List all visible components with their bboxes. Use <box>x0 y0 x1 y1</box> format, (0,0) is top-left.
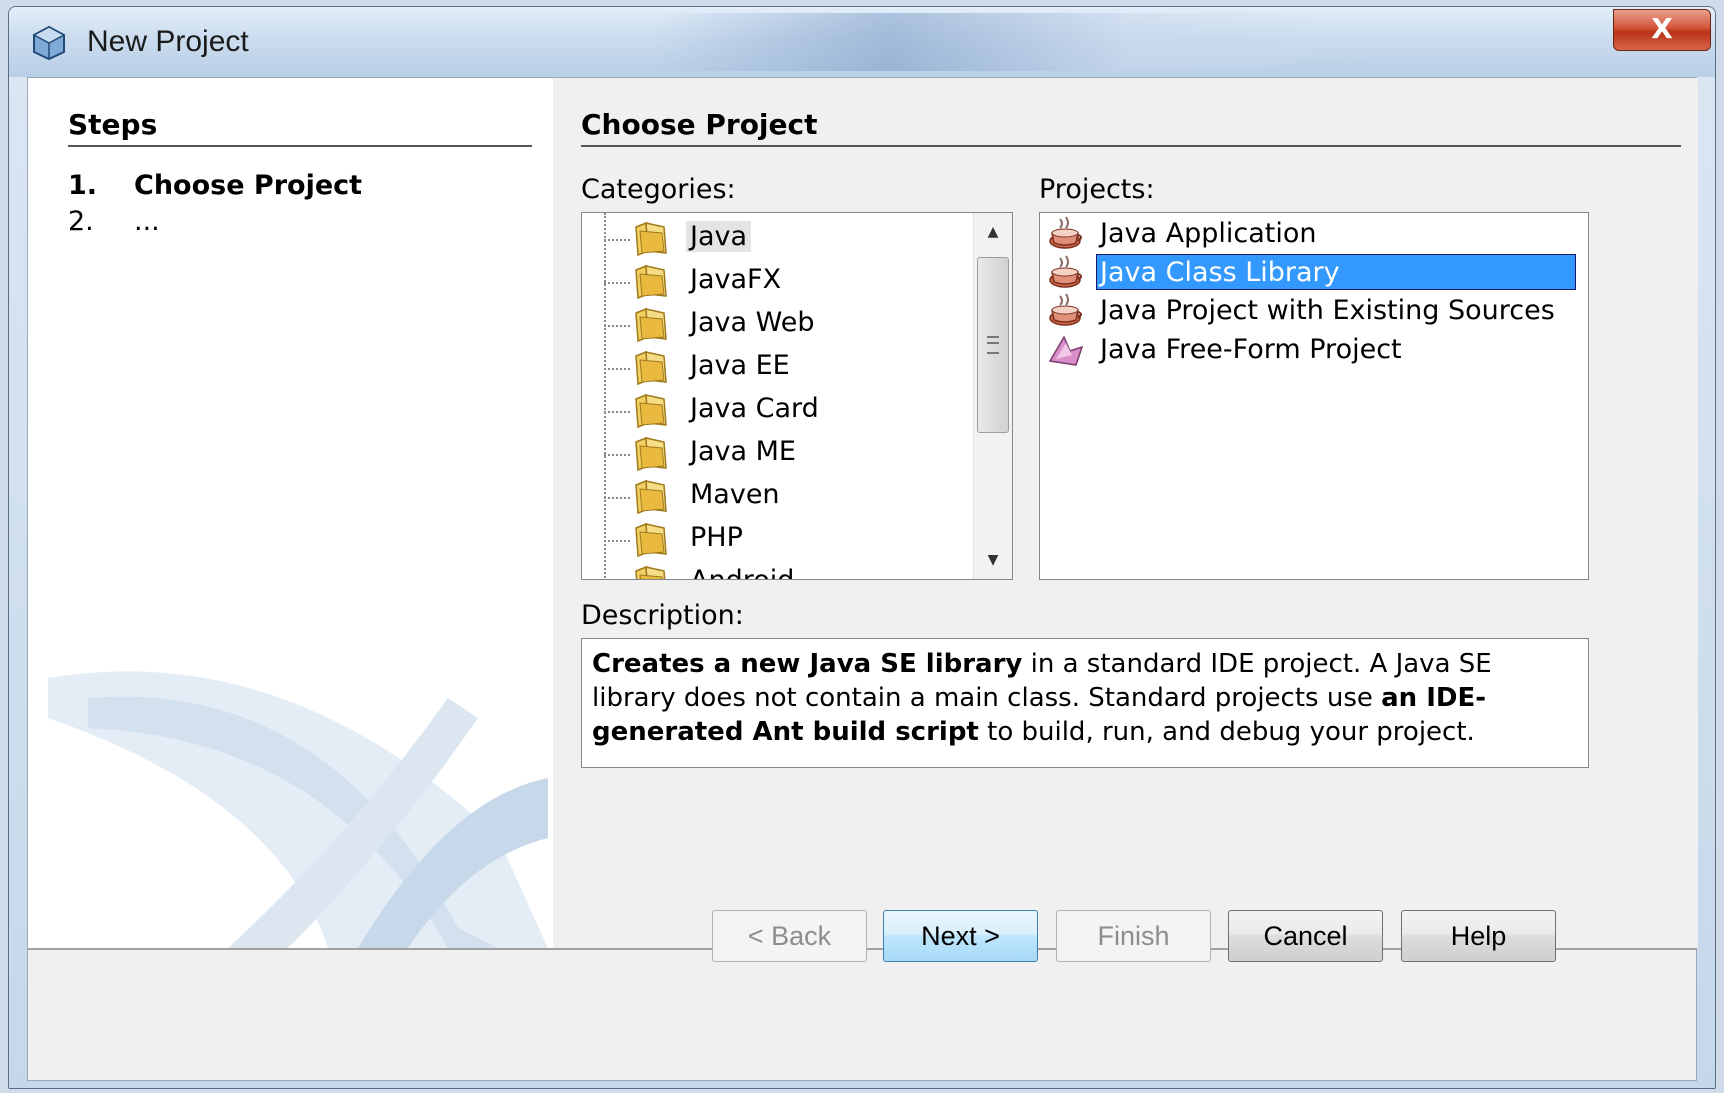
folder-icon <box>635 221 667 257</box>
category-label: PHP <box>690 522 743 553</box>
projects-list[interactable]: Java Application Java Class Library Java P… <box>1039 212 1589 580</box>
close-button[interactable]: X <box>1613 9 1711 51</box>
category-label: Java ME <box>690 436 796 467</box>
category-label: Android <box>686 565 798 579</box>
cancel-button[interactable]: Cancel <box>1228 910 1383 962</box>
category-label: Maven <box>690 479 780 510</box>
category-item[interactable]: JavaFX <box>582 260 974 304</box>
main-panel: Choose Project Categories: Projects: Jav… <box>553 78 1698 948</box>
tree-connector <box>604 282 630 284</box>
category-item[interactable]: Java Web <box>582 303 974 347</box>
step-label: ... <box>134 206 160 237</box>
category-label: Java <box>686 221 752 252</box>
project-label: Java Class Library <box>1096 253 1576 290</box>
project-item[interactable]: Java Class Library <box>1040 253 1586 292</box>
netbeans-cube-icon <box>32 25 66 61</box>
grip-icon <box>987 336 999 354</box>
project-item[interactable]: Java Application <box>1040 215 1586 253</box>
category-label: Java EE <box>690 350 790 381</box>
category-label: Java Web <box>690 307 815 338</box>
category-item[interactable]: Maven <box>582 475 974 519</box>
back-button[interactable]: < Back <box>712 910 867 962</box>
category-item[interactable]: PHP <box>582 518 974 562</box>
project-label: Java Free-Form Project <box>1100 333 1402 365</box>
tree-connector <box>604 368 630 370</box>
title-bar-glass <box>649 13 1369 71</box>
tree-connector <box>604 239 630 241</box>
scroll-down-arrow-icon[interactable]: ▼ <box>974 543 1012 577</box>
description-label: Description: <box>581 600 744 631</box>
tree-connector <box>604 454 630 456</box>
folder-icon <box>635 436 667 472</box>
step-item-1: 1. Choose Project <box>68 170 362 201</box>
category-item[interactable]: Java Card <box>582 389 974 433</box>
tree-connector <box>604 540 630 542</box>
tree-connector <box>604 411 630 413</box>
dialog-client-area: Steps 1. Choose Project 2.... Choose Proj… <box>27 77 1698 1081</box>
description-text-2: to build, run, and debug your project. <box>978 717 1475 747</box>
folder-icon <box>635 350 667 386</box>
step-label: Choose Project <box>134 170 363 201</box>
category-item[interactable]: Java <box>582 217 974 261</box>
window-title: New Project <box>87 25 249 58</box>
category-item[interactable]: Java EE <box>582 346 974 390</box>
project-item[interactable]: Java Project with Existing Sources <box>1040 292 1586 330</box>
java-cup-icon <box>1049 293 1082 326</box>
description-box: Creates a new Java SE library in a stand… <box>581 638 1589 768</box>
categories-scrollbar[interactable]: ▲ ▼ <box>973 213 1012 579</box>
java-cup-icon <box>1049 216 1082 249</box>
folder-icon <box>635 522 667 558</box>
new-project-dialog: New Project X Steps 1. Choose Project 2..… <box>8 6 1716 1089</box>
folder-icon <box>635 565 666 579</box>
next-button[interactable]: Next > <box>883 910 1038 962</box>
category-label: JavaFX <box>690 264 782 295</box>
folder-icon <box>635 264 667 300</box>
categories-label: Categories: <box>581 174 736 205</box>
category-item[interactable]: Android <box>582 561 974 579</box>
folder-icon <box>635 479 667 515</box>
tree-connector <box>604 497 630 499</box>
scrollbar-thumb[interactable] <box>977 257 1009 433</box>
freeform-project-icon <box>1048 334 1084 366</box>
projects-label: Projects: <box>1039 174 1155 205</box>
title-bar[interactable]: New Project X <box>9 7 1715 77</box>
project-label: Java Project with Existing Sources <box>1100 295 1555 326</box>
finish-button[interactable]: Finish <box>1056 910 1211 962</box>
category-label: Java Card <box>690 393 819 424</box>
step-item-2: 2.... <box>68 206 160 237</box>
page-title: Choose Project <box>581 108 1681 147</box>
step-number: 2. <box>68 206 94 237</box>
help-button[interactable]: Help <box>1401 910 1556 962</box>
button-bar <box>28 950 1696 1080</box>
steps-panel: Steps 1. Choose Project 2.... <box>28 78 553 948</box>
java-cup-icon <box>1049 254 1082 288</box>
project-item[interactable]: Java Free-Form Project <box>1040 331 1586 369</box>
description-bold-1: Creates a new Java SE library <box>592 649 1023 679</box>
folder-icon <box>635 307 667 343</box>
steps-header: Steps <box>68 108 532 147</box>
category-item[interactable]: Java ME <box>582 432 974 476</box>
categories-tree[interactable]: Java JavaFX Java Web Java EE Java Card Java M… <box>581 212 1013 580</box>
project-label: Java Application <box>1100 218 1317 249</box>
scroll-up-arrow-icon[interactable]: ▲ <box>974 215 1012 249</box>
step-number: 1. <box>68 170 98 201</box>
tree-connector <box>604 325 630 327</box>
folder-icon <box>635 393 667 429</box>
